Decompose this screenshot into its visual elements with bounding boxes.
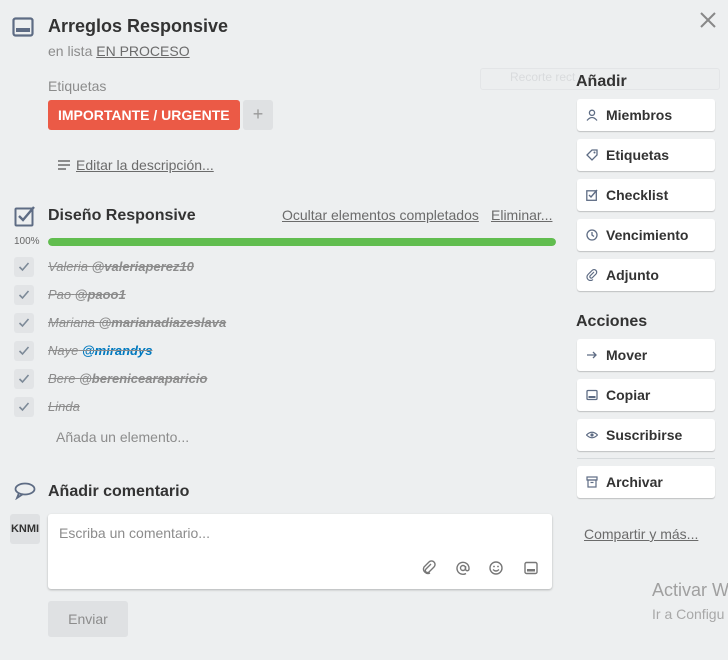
members-label: Miembros [606, 107, 673, 123]
comment-icon [14, 482, 36, 500]
checklist-item-checkbox[interactable] [14, 285, 34, 305]
checklist-item-name: Bere [48, 371, 76, 386]
checklist-item-name: Naye [48, 343, 79, 358]
checklist-item-checkbox[interactable] [14, 313, 34, 333]
comment-heading: Añadir comentario [48, 483, 190, 500]
move-button[interactable]: Mover [577, 339, 715, 371]
checklist-item-name: Pao [48, 287, 72, 302]
description-icon [57, 159, 71, 171]
card-icon [586, 389, 598, 401]
check-icon [18, 318, 30, 328]
add-item-link[interactable]: Añada un elemento... [56, 429, 189, 445]
checklist-label: Checklist [606, 187, 669, 203]
add-label-button[interactable]: + [243, 100, 273, 130]
progress-bar [48, 238, 556, 246]
comment-placeholder: Escriba un comentario... [59, 525, 210, 541]
checklist-icon [14, 205, 36, 227]
hide-completed-link[interactable]: Ocultar elementos completados [282, 207, 479, 223]
labels-button[interactable]: Etiquetas [577, 139, 715, 171]
move-label: Mover [606, 347, 648, 363]
sidebar-divider [577, 458, 715, 459]
check-icon [18, 262, 30, 272]
checklist-item-mention[interactable]: @berenicearaparicio [79, 371, 207, 386]
add-heading: Añadir [576, 73, 627, 90]
actions-heading: Acciones [576, 313, 648, 330]
subscribe-label: Suscribirse [606, 427, 683, 443]
checklist-item-checkbox[interactable] [14, 257, 34, 277]
windows-activation-title: Activar W [652, 580, 728, 600]
paperclip-icon[interactable] [421, 560, 437, 576]
checklist-item-mention[interactable]: @marianadiazeslava [99, 315, 227, 330]
checklist-item-checkbox[interactable] [14, 369, 34, 389]
paperclip-icon [586, 269, 598, 281]
checklist-item-checkbox[interactable] [14, 341, 34, 361]
checklist-item-name: Valeria [48, 259, 88, 274]
checklist-item-name: Linda [48, 399, 80, 414]
at-icon[interactable] [455, 560, 471, 576]
in-list-text: en lista EN PROCESO [48, 43, 190, 59]
attachment-button[interactable]: Adjunto [577, 259, 715, 291]
checklist-item-name: Mariana [48, 315, 95, 330]
labels-label: Etiquetas [606, 147, 670, 163]
attachment-label: Adjunto [606, 267, 659, 283]
send-comment-button[interactable]: Enviar [48, 601, 128, 637]
checklist-title[interactable]: Diseño Responsive [48, 207, 196, 225]
copy-button[interactable]: Copiar [577, 379, 715, 411]
checklist-item-mention[interactable]: @mirandys [82, 343, 152, 358]
checklist-item-checkbox[interactable] [14, 397, 34, 417]
check-icon [18, 346, 30, 356]
close-icon[interactable] [698, 10, 720, 32]
archive-label: Archivar [606, 474, 663, 490]
windows-activation-subtitle: Ir a Configu [652, 606, 725, 622]
card-title[interactable]: Arreglos Responsive [48, 16, 228, 37]
checklist-item-mention[interactable]: @paoo1 [75, 287, 126, 302]
due-date-button[interactable]: Vencimiento [577, 219, 715, 251]
eye-icon [586, 429, 598, 441]
share-more-link[interactable]: Compartir y más... [584, 526, 698, 542]
ghost-overlay-text: Recorte rect [510, 70, 576, 84]
checklist-item[interactable]: Naye @mirandys [48, 343, 152, 358]
checklist-button[interactable]: Checklist [577, 179, 715, 211]
card-icon[interactable] [523, 560, 539, 576]
emoji-icon[interactable] [488, 560, 504, 576]
list-name-link[interactable]: EN PROCESO [96, 43, 189, 59]
person-icon [586, 109, 598, 121]
clock-icon [586, 229, 598, 241]
archive-icon [586, 476, 598, 488]
checklist-item[interactable]: Bere @berenicearaparicio [48, 371, 207, 386]
checklist-item[interactable]: Pao @paoo1 [48, 287, 126, 302]
archive-button[interactable]: Archivar [577, 466, 715, 498]
progress-fill [48, 238, 556, 246]
arrow-right-icon [586, 349, 598, 361]
card-title-icon [12, 17, 34, 37]
labels-heading: Etiquetas [48, 78, 107, 94]
in-list-prefix: en lista [48, 43, 93, 59]
delete-checklist-link[interactable]: Eliminar... [491, 207, 552, 223]
checklist-item[interactable]: Mariana @marianadiazeslava [48, 315, 226, 330]
edit-description-link[interactable]: Editar la descripción... [76, 157, 214, 173]
check-icon [18, 290, 30, 300]
checklist-item[interactable]: Linda [48, 399, 80, 414]
label-important-urgent[interactable]: IMPORTANTE / URGENTE [48, 100, 240, 130]
checklist-item[interactable]: Valeria @valeriaperez10 [48, 259, 194, 274]
members-button[interactable]: Miembros [577, 99, 715, 131]
check-icon [18, 374, 30, 384]
due-date-label: Vencimiento [606, 227, 689, 243]
checklist-item-mention[interactable]: @valeriaperez10 [92, 259, 194, 274]
check-icon [18, 402, 30, 412]
copy-label: Copiar [606, 387, 651, 403]
subscribe-button[interactable]: Suscribirse [577, 419, 715, 451]
progress-percent: 100% [14, 236, 40, 247]
checkbox-icon [586, 189, 598, 201]
avatar[interactable]: KNMI [10, 514, 40, 544]
tag-icon [586, 149, 598, 161]
